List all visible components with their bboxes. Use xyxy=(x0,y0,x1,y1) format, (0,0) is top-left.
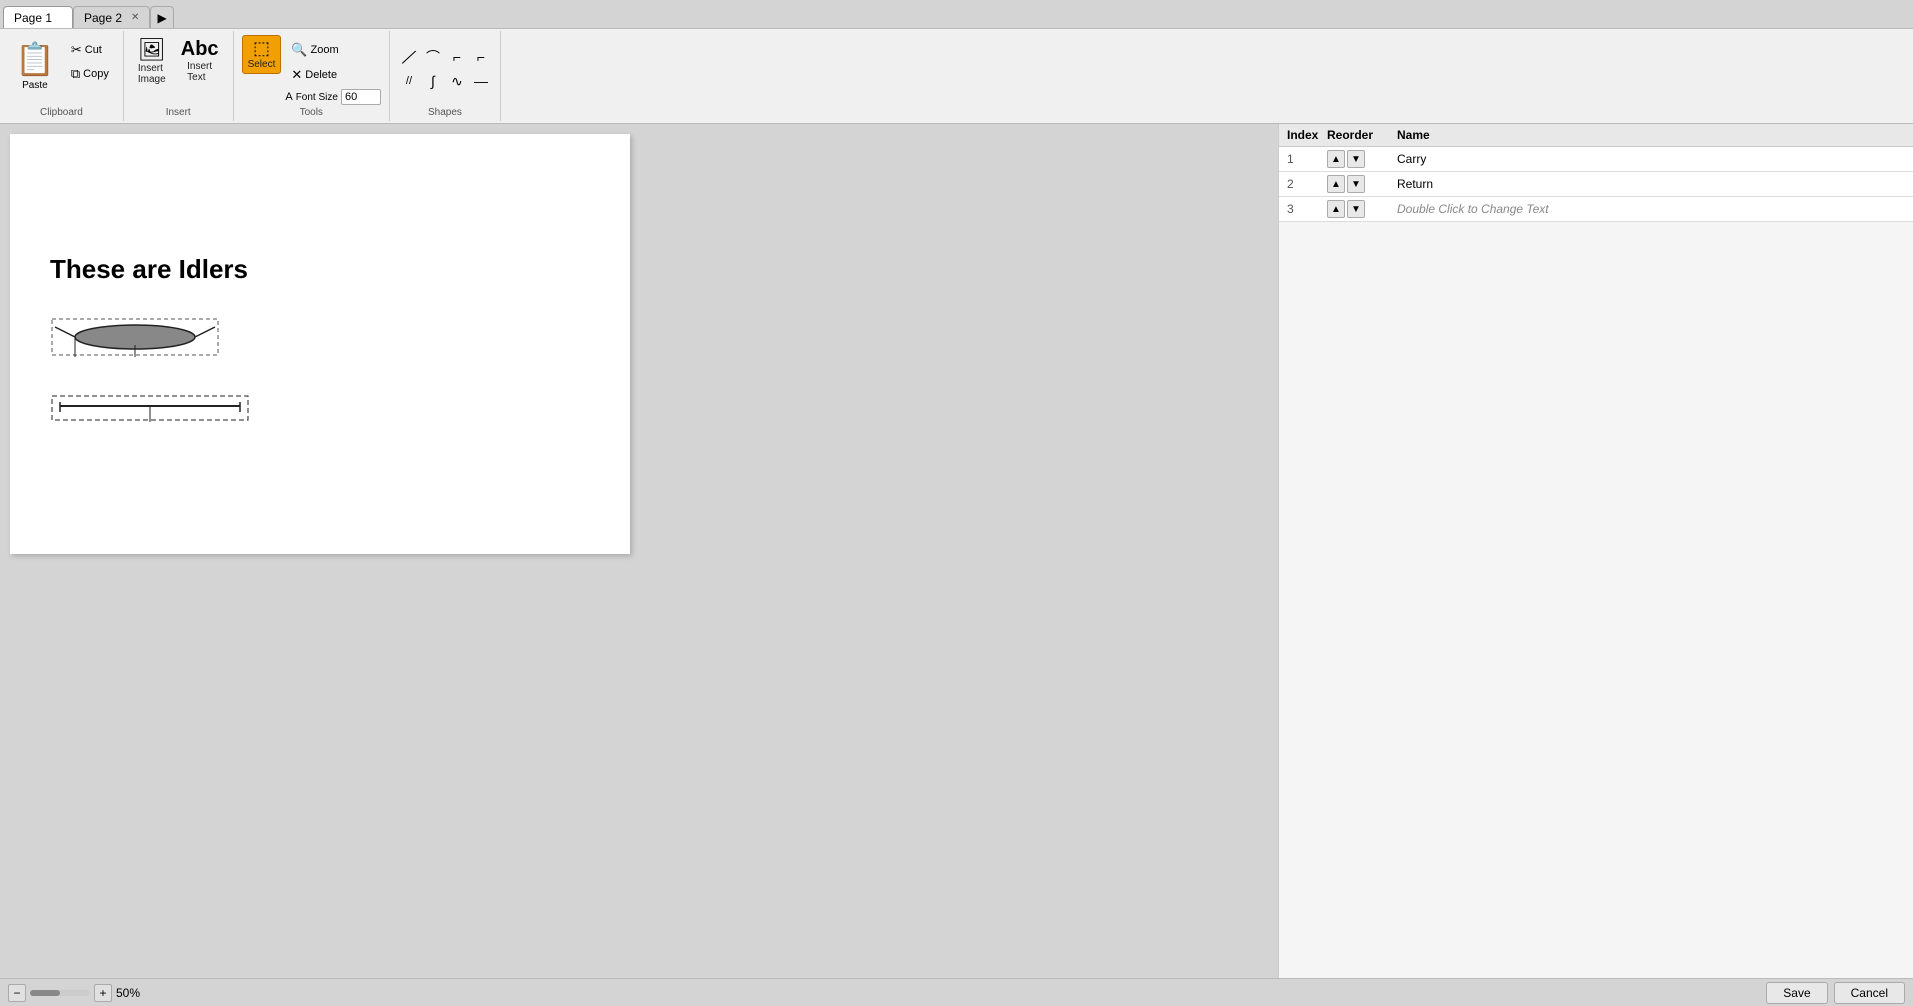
toolbar: 📋 Paste ✂ Cut ⧉ Copy Clipboard 🖼 InsertI… xyxy=(0,28,1913,124)
canvas-page: These are Idlers xyxy=(10,134,630,554)
paste-button[interactable]: 📋 Paste xyxy=(8,35,62,96)
insert-text-icon: Abc xyxy=(181,39,219,59)
return-idler-svg xyxy=(50,388,250,428)
zoom-slider[interactable] xyxy=(30,990,90,996)
tab-page1[interactable]: Page 1 xyxy=(3,6,73,28)
tab-page1-label: Page 1 xyxy=(14,11,52,25)
font-size-label: Font Size xyxy=(296,92,338,103)
right-panel: Index Reorder Name 1 ▲ ▼ Carry 2 ▲ ▼ Ret… xyxy=(1278,124,1913,978)
insert-text-label: InsertText xyxy=(187,61,212,83)
shape-bracket-btn[interactable]: ⌐ xyxy=(470,46,492,68)
insert-image-label: InsertImage xyxy=(138,63,166,85)
delete-icon: ✕ xyxy=(291,67,302,83)
delete-label: Delete xyxy=(305,69,337,81)
zoom-in-button[interactable]: + xyxy=(94,984,112,1002)
canvas-title: These are Idlers xyxy=(50,254,600,285)
tabs-bar: Page 1 Page 2 ✕ ▶ xyxy=(0,0,1913,28)
font-size-input[interactable]: 60 xyxy=(341,89,381,105)
delete-button[interactable]: ✕ Delete xyxy=(285,64,381,86)
shape-dash-btn[interactable]: — xyxy=(470,70,492,92)
panel-row-1: 1 ▲ ▼ Carry xyxy=(1279,147,1913,172)
cut-button[interactable]: ✂ Cut xyxy=(65,39,115,61)
tools-label: Tools xyxy=(234,107,389,118)
save-button[interactable]: Save xyxy=(1766,982,1827,1004)
status-bar: − + 50% Save Cancel xyxy=(0,978,1913,1006)
copy-label: Copy xyxy=(83,68,109,80)
row3-reorder: ▲ ▼ xyxy=(1327,200,1397,218)
tab-page2[interactable]: Page 2 ✕ xyxy=(73,6,150,28)
insert-image-icon: 🖼 xyxy=(138,39,166,61)
font-size-icon: A xyxy=(285,91,292,103)
status-left: − + 50% xyxy=(8,984,1760,1002)
row1-reorder: ▲ ▼ xyxy=(1327,150,1397,168)
insert-image-button[interactable]: 🖼 InsertImage xyxy=(132,35,172,89)
panel-row-3: 3 ▲ ▼ Double Click to Change Text xyxy=(1279,197,1913,222)
toolbar-insert: 🖼 InsertImage Abc InsertText Insert xyxy=(124,31,234,121)
idler-return-drawing xyxy=(50,388,590,431)
shape-integral-btn[interactable]: ∫ xyxy=(422,70,444,92)
select-icon: ⬚ xyxy=(253,39,270,57)
carry-idler-svg xyxy=(50,305,220,365)
cut-icon: ✂ xyxy=(71,42,82,58)
zoom-icon: 🔍 xyxy=(291,42,307,58)
row3-index: 3 xyxy=(1287,202,1327,216)
zoom-label: Zoom xyxy=(311,44,339,56)
panel-row-2: 2 ▲ ▼ Return xyxy=(1279,172,1913,197)
row3-up-button[interactable]: ▲ xyxy=(1327,200,1345,218)
zoom-out-button[interactable]: − xyxy=(8,984,26,1002)
shape-wave-btn[interactable]: ∿ xyxy=(446,70,468,92)
zoom-button[interactable]: 🔍 Zoom xyxy=(285,39,381,61)
row2-index: 2 xyxy=(1287,177,1327,191)
toolbar-clipboard: 📋 Paste ✂ Cut ⧉ Copy Clipboard xyxy=(0,31,124,121)
paste-icon: 📋 xyxy=(15,40,55,78)
shapes-grid: ╱ ⌒ ⌐ ⌐ // ∫ ∿ — xyxy=(398,46,492,92)
cut-copy-buttons: ✂ Cut ⧉ Copy xyxy=(65,35,115,85)
canvas-wrapper[interactable]: These are Idlers xyxy=(0,124,1278,978)
col-header-reorder: Reorder xyxy=(1327,128,1397,142)
paste-label: Paste xyxy=(22,80,48,91)
row2-up-button[interactable]: ▲ xyxy=(1327,175,1345,193)
panel-header: Index Reorder Name xyxy=(1279,124,1913,147)
row1-up-button[interactable]: ▲ xyxy=(1327,150,1345,168)
add-tab-icon: ▶ xyxy=(157,11,166,25)
shapes-label: Shapes xyxy=(390,107,500,118)
select-button[interactable]: ⬚ Select xyxy=(242,35,282,74)
toolbar-shapes: ╱ ⌒ ⌐ ⌐ // ∫ ∿ — Shapes xyxy=(390,31,501,121)
row3-down-button[interactable]: ▼ xyxy=(1347,200,1365,218)
copy-button[interactable]: ⧉ Copy xyxy=(65,63,115,85)
row1-name: Carry xyxy=(1397,152,1905,166)
row2-reorder: ▲ ▼ xyxy=(1327,175,1397,193)
col-header-name: Name xyxy=(1397,128,1905,142)
row1-down-button[interactable]: ▼ xyxy=(1347,150,1365,168)
shape-arc-btn[interactable]: ⌒ xyxy=(422,46,444,68)
tab-page2-label: Page 2 xyxy=(84,11,122,25)
clipboard-label: Clipboard xyxy=(0,107,123,118)
row3-name[interactable]: Double Click to Change Text xyxy=(1397,202,1905,216)
copy-icon: ⧉ xyxy=(71,66,80,82)
toolbar-tools: ⬚ Select 🔍 Zoom ✕ Delete A Font Size 60 xyxy=(234,31,390,121)
idler-carry-drawing xyxy=(50,305,590,368)
shape-slash2-btn[interactable]: // xyxy=(398,70,420,92)
main-area: These are Idlers xyxy=(0,124,1913,978)
zoom-slider-fill xyxy=(30,990,60,996)
canvas-content: These are Idlers xyxy=(10,134,630,471)
add-tab-button[interactable]: ▶ xyxy=(150,6,174,28)
row1-index: 1 xyxy=(1287,152,1327,166)
status-right: Save Cancel xyxy=(1766,982,1905,1004)
row2-name: Return xyxy=(1397,177,1905,191)
tab-page2-close[interactable]: ✕ xyxy=(131,12,139,23)
shape-diagonal-btn[interactable]: ╱ xyxy=(395,43,423,71)
cancel-button[interactable]: Cancel xyxy=(1834,982,1905,1004)
select-label: Select xyxy=(248,59,276,70)
font-size-row: A Font Size 60 xyxy=(285,89,381,105)
insert-label: Insert xyxy=(124,107,233,118)
cut-label: Cut xyxy=(85,44,102,56)
insert-text-button[interactable]: Abc InsertText xyxy=(175,35,225,87)
col-header-index: Index xyxy=(1287,128,1327,142)
zoom-level-label: 50% xyxy=(116,986,140,1000)
shape-rect1-btn[interactable]: ⌐ xyxy=(446,46,468,68)
row2-down-button[interactable]: ▼ xyxy=(1347,175,1365,193)
